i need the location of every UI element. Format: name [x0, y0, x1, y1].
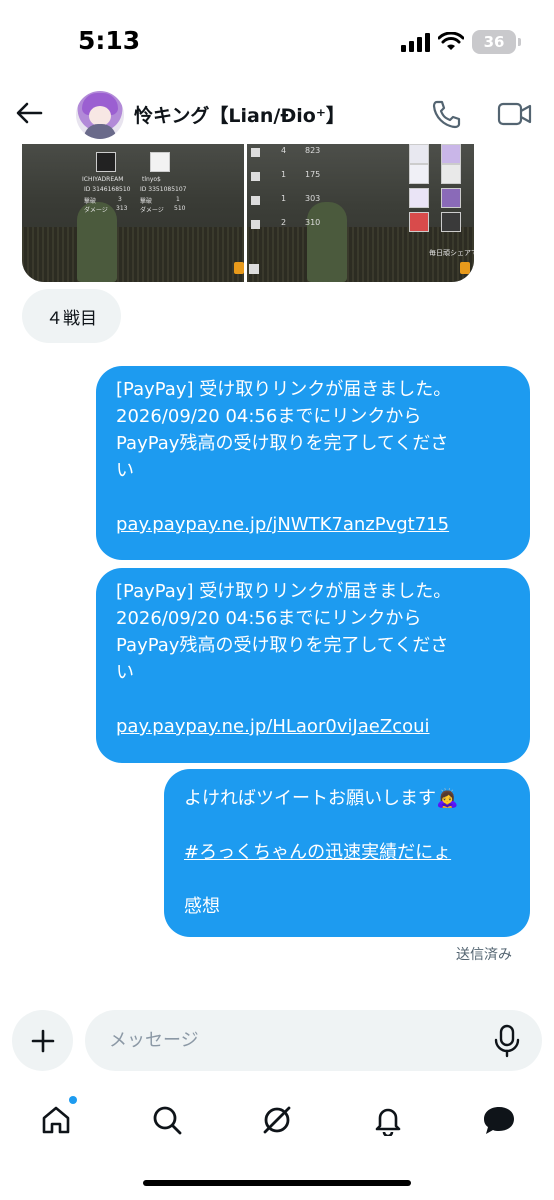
stat-label: 撃破 [140, 198, 153, 205]
tab-home[interactable] [38, 1096, 77, 1138]
contact-avatar[interactable] [76, 91, 124, 139]
score-card: ICHIYADREAM tlnyo$ ID 3146168510 ID 3351… [82, 150, 192, 214]
sent-message-bubble[interactable]: [PayPay] 受け取りリンクが届きました。 2026/09/20 04:56… [96, 568, 530, 763]
phone-icon [432, 100, 461, 129]
status-icons: 36 [400, 30, 521, 54]
message-composer [0, 1010, 554, 1072]
received-message-chip[interactable]: ４戦目 [22, 289, 121, 343]
rank-number: 2 [281, 218, 287, 227]
tab-grok[interactable] [259, 1102, 295, 1138]
bell-icon [375, 1108, 401, 1136]
add-attachment-button[interactable] [12, 1010, 73, 1071]
home-icon [42, 1106, 70, 1134]
bottom-tab-bar [0, 1090, 554, 1150]
status-bar: 5:13 36 [0, 0, 554, 84]
rank-score: 310 [305, 218, 321, 227]
cellular-signal-icon [401, 33, 430, 52]
rank-score: 175 [305, 170, 321, 179]
battery-level: 36 [483, 33, 505, 51]
sent-message-bubble[interactable]: よければツイートお願いします🙇‍♀️ #ろっくちゃんの迅速実績だにょ 感想 [164, 769, 530, 937]
paypay-link[interactable]: pay.paypay.ne.jp/HLaor0viJaeZcoui [116, 713, 510, 740]
rank-number: 1 [281, 170, 287, 179]
message-line: PayPay残高の受け取りを完了してくださ [116, 433, 449, 454]
stat-value: 3 [118, 196, 122, 203]
shared-images: ICHIYADREAM tlnyo$ ID 3146168510 ID 3351… [22, 144, 474, 282]
status-time: 5:13 [78, 26, 141, 55]
video-camera-icon [497, 102, 532, 126]
contact-name[interactable]: 怜キング【Lian/Đio⁺】 [134, 101, 345, 128]
stat-value: 510 [174, 205, 186, 212]
message-input[interactable] [85, 1010, 542, 1071]
call-button[interactable] [430, 98, 462, 130]
rank-score: 303 [305, 194, 321, 203]
tab-notifications[interactable] [370, 1102, 406, 1138]
stat-label: ダメージ [140, 207, 164, 214]
sent-status: 送信済み [456, 947, 512, 963]
slash-circle-icon [263, 1106, 291, 1134]
stat-value: 313 [116, 205, 128, 212]
battery-indicator: 36 [472, 30, 521, 54]
rank-number: 4 [281, 146, 287, 155]
tab-search[interactable] [149, 1102, 185, 1138]
wifi-icon [438, 32, 464, 50]
microphone-icon [494, 1024, 520, 1058]
message-line: い [116, 662, 134, 683]
shared-image-left[interactable]: ICHIYADREAM tlnyo$ ID 3146168510 ID 3351… [22, 144, 244, 282]
home-indicator [143, 1180, 411, 1186]
plus-icon [31, 1029, 54, 1052]
video-call-button[interactable] [497, 100, 533, 128]
message-line: よければツイートお願いします🙇‍♀️ [184, 788, 459, 809]
stat-label: ダメージ [84, 207, 108, 214]
chat-bubble-icon [484, 1107, 514, 1134]
message-line: 2026/09/20 04:56までにリンクから [116, 608, 422, 629]
back-button[interactable] [12, 96, 46, 130]
message-line: [PayPay] 受け取りリンクが届きました。 [116, 581, 452, 602]
shared-image-right[interactable]: 4 823 1 175 1 303 2 310 毎日頑シェアで [247, 144, 474, 282]
message-line: [PayPay] 受け取りリンクが届きました。 [116, 379, 452, 400]
message-line: 感想 [184, 896, 220, 917]
message-line: PayPay残高の受け取りを完了してくださ [116, 635, 449, 656]
share-footer: 毎日頑シェアで [429, 249, 474, 257]
sent-message-bubble[interactable]: [PayPay] 受け取りリンクが届きました。 2026/09/20 04:56… [96, 366, 530, 560]
message-line: 2026/09/20 04:56までにリンクから [116, 406, 422, 427]
arrow-left-icon [16, 102, 43, 124]
paypay-link[interactable]: pay.paypay.ne.jp/jNWTK7anzPvgt715 [116, 511, 510, 538]
hashtag-link[interactable]: #ろっくちゃんの迅速実績だにょ [184, 839, 510, 866]
stat-value: 1 [176, 196, 180, 203]
notification-dot [69, 1096, 77, 1104]
player-name: tlnyo$ [142, 176, 161, 183]
player-id: ID 3351085107 [140, 186, 187, 193]
player-name: ICHIYADREAM [82, 176, 124, 183]
rank-number: 1 [281, 194, 287, 203]
tab-messages[interactable] [481, 1102, 517, 1138]
rank-score: 823 [305, 146, 321, 155]
message-line: い [116, 460, 134, 481]
voice-message-button[interactable] [491, 1024, 523, 1058]
stat-label: 撃破 [84, 198, 97, 205]
conversation-header: 怜キング【Lian/Đio⁺】 [0, 84, 554, 144]
player-id: ID 3146168510 [84, 186, 131, 193]
search-icon [153, 1106, 182, 1135]
